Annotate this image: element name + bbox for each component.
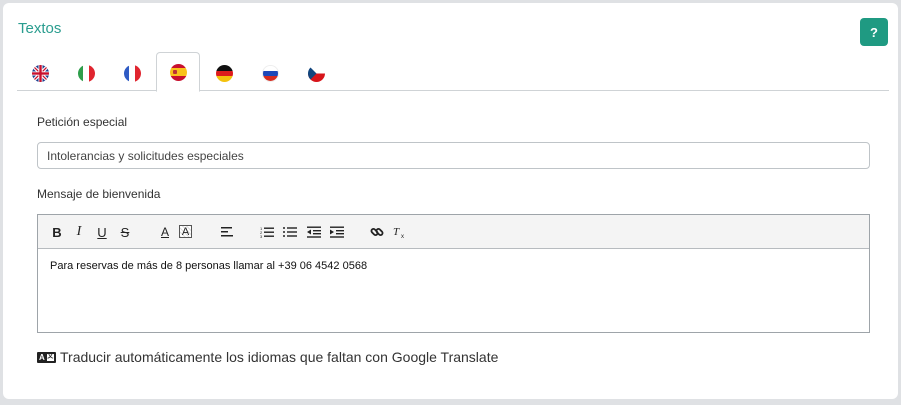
- italic-button[interactable]: I: [71, 224, 87, 240]
- tab-fr[interactable]: [110, 56, 154, 91]
- editor-content[interactable]: Para reservas de más de 8 personas llama…: [38, 249, 869, 283]
- tab-de[interactable]: [202, 56, 246, 91]
- svg-text:3: 3: [260, 234, 263, 238]
- clear-format-icon[interactable]: Tx: [392, 224, 408, 240]
- special-request-input[interactable]: [37, 142, 870, 169]
- tab-ru[interactable]: [248, 56, 292, 91]
- underline-button[interactable]: U: [94, 224, 110, 240]
- welcome-message-label: Mensaje de bienvenida: [37, 187, 161, 201]
- ordered-list-icon[interactable]: 123: [259, 224, 275, 240]
- welcome-message-editor: B I U S A A 123 T x Para reservas de más…: [37, 214, 870, 333]
- link-icon[interactable]: [369, 224, 385, 240]
- help-button[interactable]: ?: [860, 18, 888, 46]
- auto-translate-label: Traducir automáticamente los idiomas que…: [60, 349, 499, 365]
- section-title: Textos: [18, 20, 62, 37]
- uk-flag-icon: [31, 65, 49, 82]
- russia-flag-icon: [261, 65, 279, 82]
- tab-it[interactable]: [64, 56, 108, 91]
- tab-en[interactable]: [18, 56, 62, 91]
- bullet-list-icon[interactable]: [282, 224, 298, 240]
- font-color-button[interactable]: A: [157, 224, 173, 240]
- spain-flag-icon: [169, 63, 187, 81]
- outdent-icon[interactable]: [306, 224, 322, 240]
- special-request-label: Petición especial: [37, 115, 128, 129]
- italy-flag-icon: [77, 65, 95, 82]
- editor-toolbar: B I U S A A 123 T x: [38, 215, 869, 249]
- france-flag-icon: [123, 65, 141, 82]
- strikethrough-button[interactable]: S: [117, 224, 133, 240]
- svg-text:x: x: [401, 234, 404, 239]
- language-tabs: [17, 52, 889, 92]
- tab-es[interactable]: [156, 52, 200, 92]
- auto-translate-option[interactable]: A文 Traducir automáticamente los idiomas …: [37, 348, 498, 366]
- texts-card: Textos ? Petición especial Intolerancias…: [3, 3, 898, 399]
- germany-flag-icon: [215, 65, 233, 82]
- czech-flag-icon: [307, 65, 325, 82]
- tab-cz[interactable]: [294, 56, 338, 91]
- indent-icon[interactable]: [329, 224, 345, 240]
- align-icon[interactable]: [219, 224, 235, 240]
- bold-button[interactable]: B: [49, 224, 65, 240]
- background-color-button[interactable]: A: [179, 225, 192, 238]
- translate-icon: A文: [37, 351, 56, 363]
- svg-text:T: T: [393, 226, 400, 238]
